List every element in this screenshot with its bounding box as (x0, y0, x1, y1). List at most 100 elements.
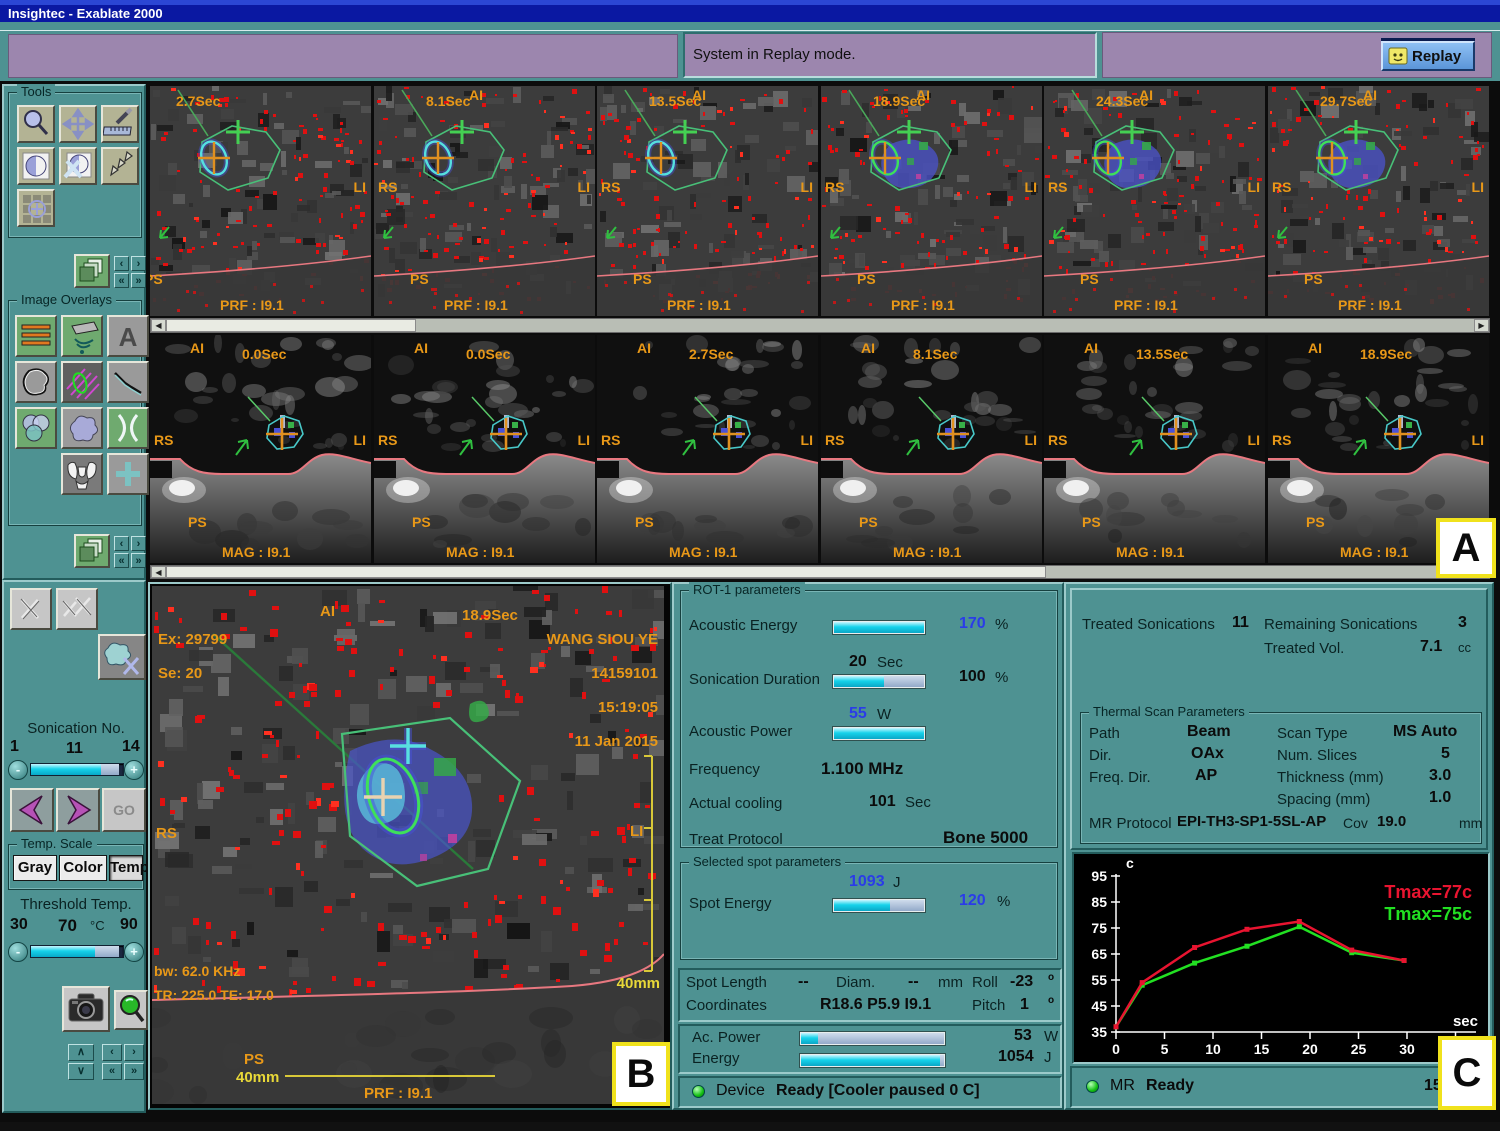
window-titlebar[interactable]: Insightec - Exablate 2000 (0, 5, 1500, 22)
mag-tile-3[interactable]: AI2.7SecRSLIPSMAG : I9.1 (597, 335, 818, 563)
overlay-profile-line-button[interactable] (107, 361, 149, 403)
spot-energy-unit: J (893, 874, 901, 891)
sonication-slider[interactable] (30, 763, 124, 776)
mag-scroll-thumb[interactable] (166, 566, 1046, 578)
overlay-contour-button[interactable] (15, 361, 57, 403)
main-thermal-image[interactable]: AI18.9SecEx: 29799Se: 20WANG SIOU YE1415… (152, 586, 664, 1104)
review-zoom-button[interactable] (114, 990, 148, 1030)
sonication-minus-button[interactable]: - (8, 760, 28, 780)
scroll-right-arrow[interactable]: ▶ (1474, 319, 1489, 332)
layers-button-2[interactable] (74, 534, 110, 568)
overlay-spots-button[interactable] (15, 407, 57, 449)
scroll-left-arrow[interactable]: ◀ (151, 319, 166, 332)
region-delete-button[interactable] (98, 634, 146, 680)
zoom-tool-button[interactable] (17, 105, 55, 143)
overlay-lines-button[interactable] (15, 315, 57, 357)
prf-scroll-thumb[interactable] (166, 319, 416, 332)
last-image-button[interactable]: » (131, 273, 146, 288)
mag-tile-4[interactable]: AI8.1SecRSLIPSMAG : I9.1 (821, 335, 1042, 563)
svg-text:RS: RS (1272, 432, 1291, 448)
overlay-anatomy-button[interactable] (61, 453, 103, 495)
ruler-icon (103, 107, 137, 141)
temp-scale-temp-button[interactable]: Temp (109, 855, 143, 881)
prev-sonication-button[interactable] (10, 788, 54, 832)
mr-status-led (1086, 1080, 1099, 1093)
threshold-plus-button[interactable]: + (124, 942, 144, 962)
mag-scroll-track[interactable] (1046, 566, 1474, 578)
scroll-down-button[interactable]: ∨ (68, 1063, 94, 1080)
mag-tile-1[interactable]: AI0.0SecRSLIPSMAG : I9.1 (150, 335, 371, 563)
svg-text:PS: PS (1304, 271, 1323, 287)
target-grid-tool-button[interactable] (17, 189, 55, 227)
contrast-tool-button[interactable] (17, 147, 55, 185)
mag-tile-2[interactable]: AI0.0SecRSLIPSMAG : I9.1 (374, 335, 595, 563)
jump-right-button[interactable]: » (124, 1063, 144, 1080)
overlay-hatch-button[interactable] (61, 361, 103, 403)
dir-label: Dir. (1089, 747, 1112, 764)
window-title: Insightec - Exablate 2000 (8, 6, 163, 21)
measure-tool-button[interactable] (101, 105, 139, 143)
main-image-panel[interactable]: AI18.9SecEx: 29799Se: 20WANG SIOU YE1415… (148, 582, 672, 1110)
sonication-plus-button[interactable]: + (124, 760, 144, 780)
overlay-cross-button[interactable] (107, 453, 149, 495)
snapshot-button[interactable] (62, 986, 110, 1032)
first-image-button[interactable]: « (114, 273, 129, 288)
overlay-region-button[interactable] (61, 407, 103, 449)
svg-text:PS: PS (410, 271, 429, 287)
step-left-button[interactable]: ‹ (102, 1044, 122, 1061)
temp-scale-color-button[interactable]: Color (59, 855, 107, 881)
prf-tile-1[interactable]: 2.7SecLIPSPRF : I9.1 (150, 86, 371, 316)
scroll-left-arrow[interactable]: ◀ (151, 566, 166, 578)
threshold-minus-button[interactable]: - (8, 942, 28, 962)
diam-unit: mm (938, 974, 963, 991)
svg-text:LI: LI (577, 179, 589, 195)
threshold-slider-thumb[interactable] (95, 946, 119, 957)
next-sonication-button[interactable] (56, 788, 100, 832)
svg-text:AI: AI (861, 340, 875, 356)
threshold-slider[interactable] (30, 945, 124, 958)
svg-text:AI: AI (692, 87, 706, 103)
prf-tile-3[interactable]: 13.5SecAIRSLIPSPRF : I9.1 (597, 86, 818, 316)
first-series-button[interactable]: « (114, 553, 129, 568)
svg-text:c: c (1126, 855, 1134, 871)
go-button[interactable]: GO (102, 788, 146, 832)
multi-spot-edit-button[interactable] (56, 588, 98, 630)
spot-edit-button[interactable] (10, 588, 52, 630)
prf-tile-5[interactable]: 24.3SecAIRSLIPSPRF : I9.1 (1044, 86, 1265, 316)
svg-text:Tmax=75c: Tmax=75c (1384, 904, 1472, 924)
freq-dir-label: Freq. Dir. (1089, 769, 1151, 786)
prev-image-button[interactable]: ‹ (114, 256, 129, 271)
overlay-annotations-button[interactable]: A (107, 315, 149, 357)
prev-series-button[interactable]: ‹ (114, 536, 129, 551)
prf-scroll-track[interactable] (416, 319, 1474, 332)
overlay-beam-button[interactable] (61, 315, 103, 357)
last-series-button[interactable]: » (131, 553, 146, 568)
mag-scrollbar[interactable]: ◀ ▶ (150, 565, 1490, 579)
layers-button[interactable] (74, 254, 110, 288)
svg-text:MAG : I9.1: MAG : I9.1 (669, 544, 738, 560)
pan-tool-button[interactable] (59, 105, 97, 143)
contrast-reset-tool-button[interactable] (59, 147, 97, 185)
prf-tile-6[interactable]: 29.7SecAIRSLIPSPRF : I9.1 (1268, 86, 1489, 316)
replay-button[interactable]: Replay (1381, 41, 1475, 71)
jump-left-button[interactable]: « (102, 1063, 122, 1080)
pitch-label: Pitch (972, 997, 1005, 1014)
prf-tile-2[interactable]: 8.1SecAIRSLIPSPRF : I9.1 (374, 86, 595, 316)
cursors-tool-button[interactable] (101, 147, 139, 185)
letter-a-icon: A (109, 317, 147, 355)
svg-text:AI: AI (916, 87, 930, 103)
mag-tile-5[interactable]: AI13.5SecRSLIPSMAG : I9.1 (1044, 335, 1265, 563)
prf-tile-4[interactable]: 18.9SecAIRSLIPSPRF : I9.1 (821, 86, 1042, 316)
next-series-button[interactable]: › (131, 536, 146, 551)
svg-text:PRF : I9.1: PRF : I9.1 (1114, 297, 1178, 313)
step-right-button[interactable]: › (124, 1044, 144, 1061)
temp-scale-gray-button[interactable]: Gray (13, 855, 57, 881)
prf-scrollbar[interactable]: ◀ ▶ (150, 318, 1490, 333)
spot-energy-label: Spot Energy (689, 895, 772, 912)
overlay-brackets-button[interactable] (107, 407, 149, 449)
svg-text:13.5Sec: 13.5Sec (1136, 346, 1188, 362)
svg-text:AI: AI (1139, 87, 1153, 103)
scroll-up-button[interactable]: ∧ (68, 1044, 94, 1061)
sonication-slider-thumb[interactable] (101, 764, 119, 775)
next-image-button[interactable]: › (131, 256, 146, 271)
